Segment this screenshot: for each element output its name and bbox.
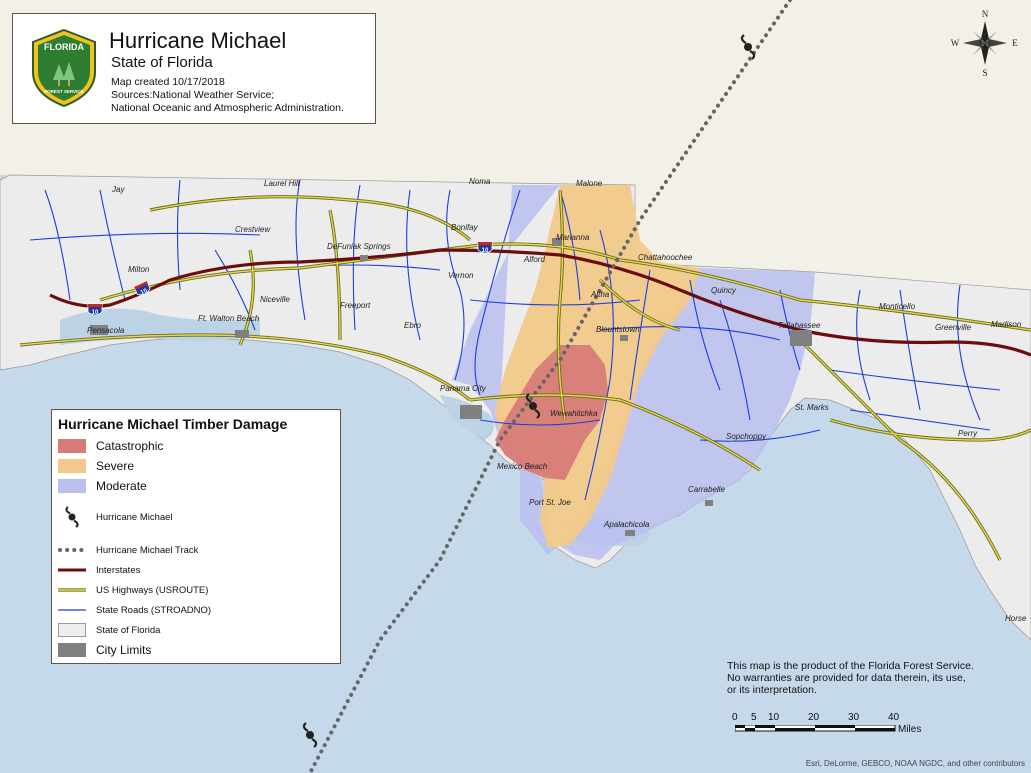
compass-rose-icon: N S W E	[951, 9, 1019, 77]
city-label: Wewahitchka	[550, 409, 598, 418]
disclaimer-line: or its interpretation.	[727, 684, 817, 696]
legend-swatch	[58, 623, 86, 637]
disclaimer-line: This map is the product of the Florida F…	[727, 660, 974, 672]
scale-unit-label: Miles	[898, 724, 922, 735]
dotted-track-icon	[58, 548, 86, 552]
hurricane-icon	[65, 506, 79, 528]
city-label: Chattahoochee	[638, 253, 693, 262]
legend-item-track: Hurricane Michael Track	[58, 542, 198, 558]
city-label: Niceville	[260, 295, 290, 304]
city-label: Alford	[523, 255, 545, 264]
city-label: Malone	[576, 179, 603, 188]
legend-label: Catastrophic	[96, 439, 164, 453]
scale-bar: 0 5 10 20 30 40 Miles	[730, 712, 940, 742]
created-date: Map created 10/17/2018	[111, 76, 225, 88]
legend-item-hurricane: Hurricane Michael	[58, 506, 173, 528]
city-label: Bonifay	[451, 223, 479, 232]
city-label: Milton	[128, 265, 150, 274]
city-label: Greenville	[935, 323, 972, 332]
scale-tick-label: 40	[888, 712, 900, 723]
city-label: Jay	[111, 185, 125, 194]
legend-label: Moderate	[96, 479, 147, 493]
svg-text:FLORIDA: FLORIDA	[44, 42, 84, 52]
legend-panel: Hurricane Michael Timber Damage Catastro…	[51, 409, 341, 664]
scale-tick-label: 30	[848, 712, 860, 723]
legend-swatch	[58, 643, 86, 657]
legend-item-interstates: Interstates	[58, 562, 140, 578]
legend-label: Interstates	[96, 564, 141, 576]
interstate-shield-number: 10	[482, 248, 489, 254]
legend-label: State Roads (STROADNO)	[96, 604, 212, 616]
legend-swatch	[58, 479, 86, 493]
svg-text:E: E	[1012, 38, 1018, 48]
map-title: Hurricane Michael	[109, 28, 287, 53]
map-subtitle: State of Florida	[111, 54, 213, 71]
legend-swatch	[58, 459, 86, 473]
city-label: Pensacola	[87, 326, 125, 335]
city-label: Horse	[1005, 614, 1027, 623]
svg-text:N: N	[982, 9, 989, 19]
map-source-info: Map created 10/17/2018 Sources:National …	[111, 76, 373, 115]
legend-item-state-of-florida: State of Florida	[58, 622, 160, 638]
city-label: Noma	[469, 177, 491, 186]
legend-label: Severe	[96, 459, 135, 473]
city-label: St. Marks	[795, 403, 829, 412]
state-road-line-icon	[58, 609, 86, 611]
city-label: Panama City	[440, 384, 487, 393]
city-label: Port St. Joe	[529, 498, 571, 507]
city-label: Ebro	[404, 321, 421, 330]
scale-tick-label: 0	[732, 712, 738, 723]
svg-text:FOREST SERVICE: FOREST SERVICE	[44, 89, 83, 94]
svg-text:S: S	[982, 68, 987, 77]
legend-label: Hurricane Michael Track	[96, 544, 199, 556]
city-label: Apalachicola	[603, 520, 650, 529]
city-label: Laurel Hill	[264, 179, 300, 188]
scale-tick-label: 10	[768, 712, 780, 723]
interstate-shield-number: 10	[92, 310, 99, 316]
city-label: DeFuniak Springs	[327, 242, 391, 251]
legend-item-us-highways: US Highways (USROUTE)	[58, 582, 208, 598]
city-label: Blountstown	[596, 325, 640, 334]
city-label: Sopchoppy	[726, 432, 767, 441]
legend-label: US Highways (USROUTE)	[96, 584, 209, 596]
legend-label: City Limits	[96, 643, 152, 657]
attribution-text: Esri, DeLorme, GEBCO, NOAA NGDC, and oth…	[805, 759, 1025, 768]
city-label: Perry	[958, 429, 978, 438]
title-panel: FLORIDA FOREST SERVICE Hurricane Michael…	[12, 13, 376, 124]
city-label: Monticello	[879, 302, 916, 311]
city-label: Vernon	[448, 271, 474, 280]
legend-item-moderate: Moderate	[58, 478, 147, 494]
scale-bar-graphic	[735, 725, 896, 732]
city-label: Quincy	[711, 286, 737, 295]
legend-swatch	[58, 439, 86, 453]
disclaimer-text: This map is the product of the Florida F…	[727, 660, 1017, 696]
city-label: Ft. Walton Beach	[198, 314, 260, 323]
city-label: Tallahassee	[778, 321, 821, 330]
scale-tick-label: 20	[808, 712, 820, 723]
legend-item-state-roads: State Roads (STROADNO)	[58, 602, 211, 618]
city-label: Altha	[590, 290, 610, 299]
legend-item-severe: Severe	[58, 458, 134, 474]
city-label: Madison	[991, 320, 1022, 329]
city-label: Crestview	[235, 225, 271, 234]
legend-label: Hurricane Michael	[96, 511, 173, 523]
city-label: Marianna	[556, 233, 590, 242]
us-highway-line-icon	[58, 588, 86, 592]
svg-text:W: W	[951, 38, 960, 48]
legend-label: State of Florida	[96, 624, 161, 636]
disclaimer-line: No warranties are provided for data ther…	[727, 672, 966, 684]
city-label: Carrabelle	[688, 485, 725, 494]
legend-item-city-limits: City Limits	[58, 642, 151, 658]
legend-item-catastrophic: Catastrophic	[58, 438, 163, 454]
city-label: Freeport	[340, 301, 371, 310]
florida-forest-service-logo: FLORIDA FOREST SERVICE	[32, 28, 96, 108]
scale-tick-label: 5	[751, 712, 757, 723]
legend-title: Hurricane Michael Timber Damage	[58, 416, 288, 432]
interstate-line-icon	[58, 568, 86, 572]
sources-line: National Oceanic and Atmospheric Adminis…	[111, 102, 344, 114]
city-label: Mexico Beach	[497, 462, 548, 471]
sources-line: Sources:National Weather Service;	[111, 89, 275, 101]
